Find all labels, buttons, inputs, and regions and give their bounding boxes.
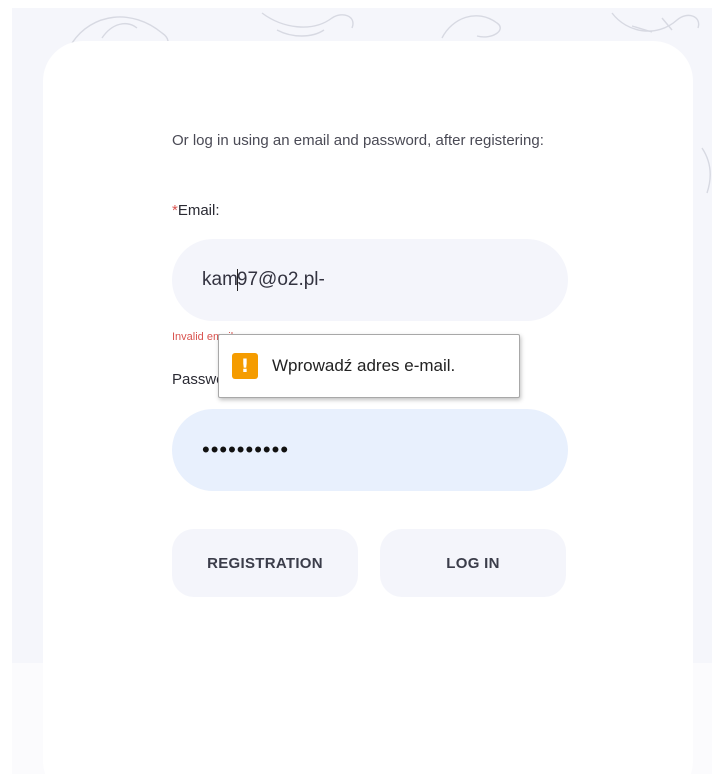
leaf-doodle <box>261 12 354 29</box>
email-value-start: kam <box>202 269 238 290</box>
leaf-doodle <box>101 22 138 39</box>
leaf-doodle <box>441 15 501 39</box>
registration-button[interactable]: REGISTRATION <box>172 529 358 597</box>
leaf-doodle <box>276 29 325 37</box>
login-card: Or log in using an email and password, a… <box>43 41 693 774</box>
password-input[interactable]: •••••••••• <box>172 409 568 491</box>
page-background: Or log in using an email and password, a… <box>12 8 712 774</box>
password-masked-value: •••••••••• <box>202 437 290 462</box>
email-label-text: Email: <box>177 202 220 219</box>
email-value-end: 97@o2.pl- <box>236 269 325 290</box>
tooltip-message: Wprowadź adres e-mail. <box>272 356 456 375</box>
login-button[interactable]: LOG IN <box>380 529 566 597</box>
email-label: *Email: <box>172 202 220 219</box>
leaf-doodle <box>701 147 711 194</box>
validation-tooltip: ! Wprowadź adres e-mail. <box>218 320 520 398</box>
login-intro-text: Or log in using an email and password, a… <box>172 132 544 149</box>
email-input[interactable]: kam 97@o2.pl- <box>172 239 568 321</box>
leaf-doodle <box>611 12 700 32</box>
warning-icon: ! <box>232 353 258 379</box>
